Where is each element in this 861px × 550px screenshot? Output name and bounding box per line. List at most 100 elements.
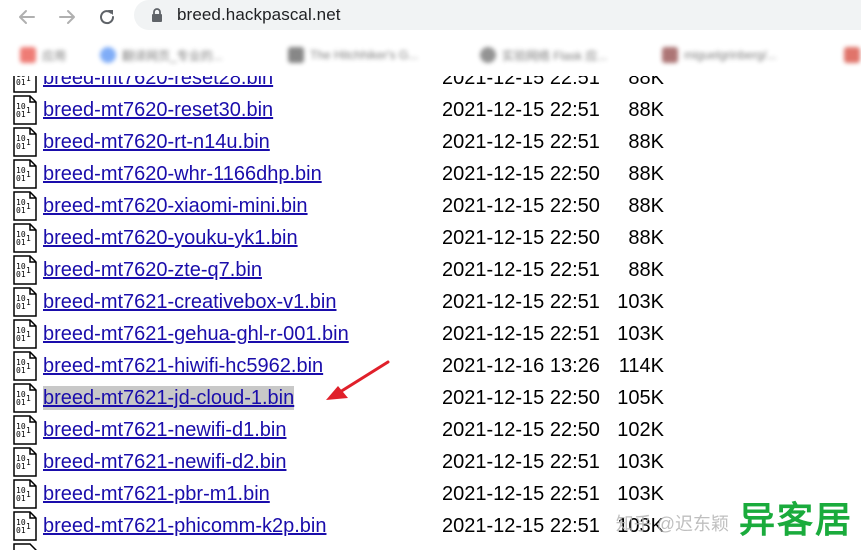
- file-link[interactable]: breed-mt7621-newifi-d2.bin: [43, 450, 286, 474]
- svg-text:01: 01: [16, 174, 26, 183]
- forward-arrow-icon: [59, 10, 75, 24]
- file-link[interactable]: breed-mt7621-hiwifi-hc5962.bin: [43, 354, 323, 378]
- phone-icon: [480, 47, 496, 63]
- file-link-highlighted[interactable]: breed-mt7621-jd-cloud-1.bin: [43, 386, 295, 410]
- binary-file-icon: 10 01 1: [13, 447, 37, 477]
- svg-text:01: 01: [16, 270, 26, 279]
- bookmark-item[interactable]: 实验网络 Flask 应...: [480, 44, 607, 66]
- reload-button[interactable]: [94, 4, 120, 30]
- binary-file-icon: 10 01 1: [13, 511, 37, 541]
- binary-file-icon: 10 01 1: [13, 415, 37, 445]
- binary-file-icon: 10 01 1: [13, 159, 37, 189]
- file-link[interactable]: breed-mt7621-creativebox-v1.bin: [43, 290, 337, 314]
- svg-text:01: 01: [16, 430, 26, 439]
- svg-text:1: 1: [26, 106, 31, 115]
- svg-text:1: 1: [26, 394, 31, 403]
- file-link[interactable]: breed-mt7621-gehua-ghl-r-001.bin: [43, 322, 349, 346]
- bookmark-label: The Hitchhiker's G...: [310, 48, 419, 62]
- file-size: 88K: [628, 259, 664, 281]
- file-link[interactable]: breed-mt7621-pbr-m1.bin: [43, 482, 270, 506]
- svg-text:01: 01: [16, 110, 26, 119]
- bookmark-label: 实验网络 Flask 应...: [502, 48, 608, 63]
- svg-text:01: 01: [16, 398, 26, 407]
- bookmark-favicon-icon: [662, 47, 678, 63]
- table-row: 10 01 1 breed-mt7620-rt-n14u.bin 2021-12…: [0, 126, 861, 158]
- svg-text:01: 01: [16, 142, 26, 151]
- bookmark-item[interactable]: [844, 44, 861, 66]
- file-date: 2021-12-15 22:50: [442, 227, 600, 249]
- watermark: 知乎 @迟东颖 异客居: [616, 500, 853, 540]
- file-link[interactable]: breed-mt7620-reset30.bin: [43, 98, 273, 122]
- file-link[interactable]: breed-mt7620-reset28.bin: [43, 76, 273, 90]
- bookmark-favicon-icon: [100, 47, 116, 63]
- file-date: 2021-12-16 13:26: [442, 355, 600, 377]
- svg-text:01: 01: [16, 462, 26, 471]
- file-link[interactable]: breed-mt7620-whr-1166dhp.bin: [43, 162, 322, 186]
- svg-text:01: 01: [16, 206, 26, 215]
- forward-button[interactable]: [54, 4, 80, 30]
- svg-text:01: 01: [16, 238, 26, 247]
- file-link[interactable]: breed-mt7620-youku-yk1.bin: [43, 226, 298, 250]
- file-date: 2021-12-15 22:51: [442, 515, 600, 537]
- bookmark-item[interactable]: 翻译网页_专业的...: [100, 44, 223, 66]
- bookmark-favicon-icon: [288, 47, 304, 63]
- file-date: 2021-12-15 22:51: [442, 291, 600, 313]
- address-bar[interactable]: breed.hackpascal.net: [134, 0, 861, 30]
- binary-file-icon: 10 01 1: [13, 223, 37, 253]
- file-date: 2021-12-15 22:51: [442, 99, 600, 121]
- table-row: 10 01 1 breed-mt7621-gehua-ghl-r-001.bin…: [0, 318, 861, 350]
- file-link[interactable]: breed-mt7620-zte-q7.bin: [43, 258, 262, 282]
- table-row: 10 01 1 breed-mt7620-youku-yk1.bin 2021-…: [0, 222, 861, 254]
- file-date: 2021-12-15 22:51: [442, 76, 600, 89]
- bookmark-apps[interactable]: 应用: [20, 44, 66, 66]
- svg-text:01: 01: [16, 526, 26, 535]
- back-button[interactable]: [14, 4, 40, 30]
- file-date: 2021-12-15 22:50: [442, 419, 600, 441]
- table-row: 10 01 1 breed-mt7620-reset30.bin 2021-12…: [0, 94, 861, 126]
- binary-file-icon: 10 01 1: [13, 319, 37, 349]
- reload-icon: [100, 10, 115, 25]
- binary-file-icon: 10 01 1: [13, 351, 37, 381]
- file-size: 103K: [617, 291, 664, 313]
- binary-file-icon: 10 01 1: [13, 127, 37, 157]
- file-link[interactable]: breed-mt7621-newifi-d1.bin: [43, 418, 286, 442]
- back-arrow-icon: [19, 10, 35, 24]
- svg-text:01: 01: [16, 366, 26, 375]
- file-link[interactable]: breed-mt7621-phicomm-k2p.bin: [43, 514, 326, 538]
- url-text: breed.hackpascal.net: [177, 5, 341, 24]
- bookmark-item[interactable]: The Hitchhiker's G...: [288, 44, 418, 66]
- svg-text:1: 1: [26, 426, 31, 435]
- svg-text:01: 01: [16, 334, 26, 343]
- table-row-partial: [0, 542, 861, 550]
- file-size: 88K: [628, 99, 664, 121]
- apps-icon: [20, 47, 36, 63]
- svg-text:01: 01: [16, 494, 26, 503]
- binary-file-icon: 10 01 1: [13, 287, 37, 317]
- svg-text:01: 01: [16, 302, 26, 311]
- table-row: 10 01 1 breed-mt7621-hiwifi-hc5962.bin 2…: [0, 350, 861, 382]
- table-row: 10 01 1 breed-mt7621-newifi-d2.bin 2021-…: [0, 446, 861, 478]
- file-date: 2021-12-15 22:51: [442, 259, 600, 281]
- svg-text:1: 1: [26, 458, 31, 467]
- lock-icon: [152, 8, 162, 22]
- svg-text:1: 1: [26, 138, 31, 147]
- file-link[interactable]: breed-mt7620-rt-n14u.bin: [43, 130, 270, 154]
- table-row: 10 01 1 breed-mt7621-newifi-d1.bin 2021-…: [0, 414, 861, 446]
- site-logo: 异客居: [738, 499, 853, 540]
- svg-text:01: 01: [16, 78, 26, 87]
- svg-text:1: 1: [26, 490, 31, 499]
- file-size: 88K: [628, 163, 664, 185]
- table-row: 10 01 1 breed-mt7620-zte-q7.bin 2021-12-…: [0, 254, 861, 286]
- svg-text:1: 1: [26, 234, 31, 243]
- file-link[interactable]: breed-mt7620-xiaomi-mini.bin: [43, 194, 308, 218]
- bookmark-item[interactable]: miguelgrinberg/...: [662, 44, 777, 66]
- binary-file-icon: 10 01 1: [13, 191, 37, 221]
- file-date: 2021-12-15 22:51: [442, 483, 600, 505]
- svg-text:1: 1: [26, 298, 31, 307]
- binary-file-icon: 10 01 1: [13, 95, 37, 125]
- file-size: 88K: [628, 195, 664, 217]
- bookmarks-bar: 应用 翻译网页_专业的... The Hitchhiker's G... 实验网…: [0, 34, 861, 76]
- file-size: 102K: [617, 419, 664, 441]
- file-size: 103K: [617, 323, 664, 345]
- binary-file-icon: 10 01 1: [13, 479, 37, 509]
